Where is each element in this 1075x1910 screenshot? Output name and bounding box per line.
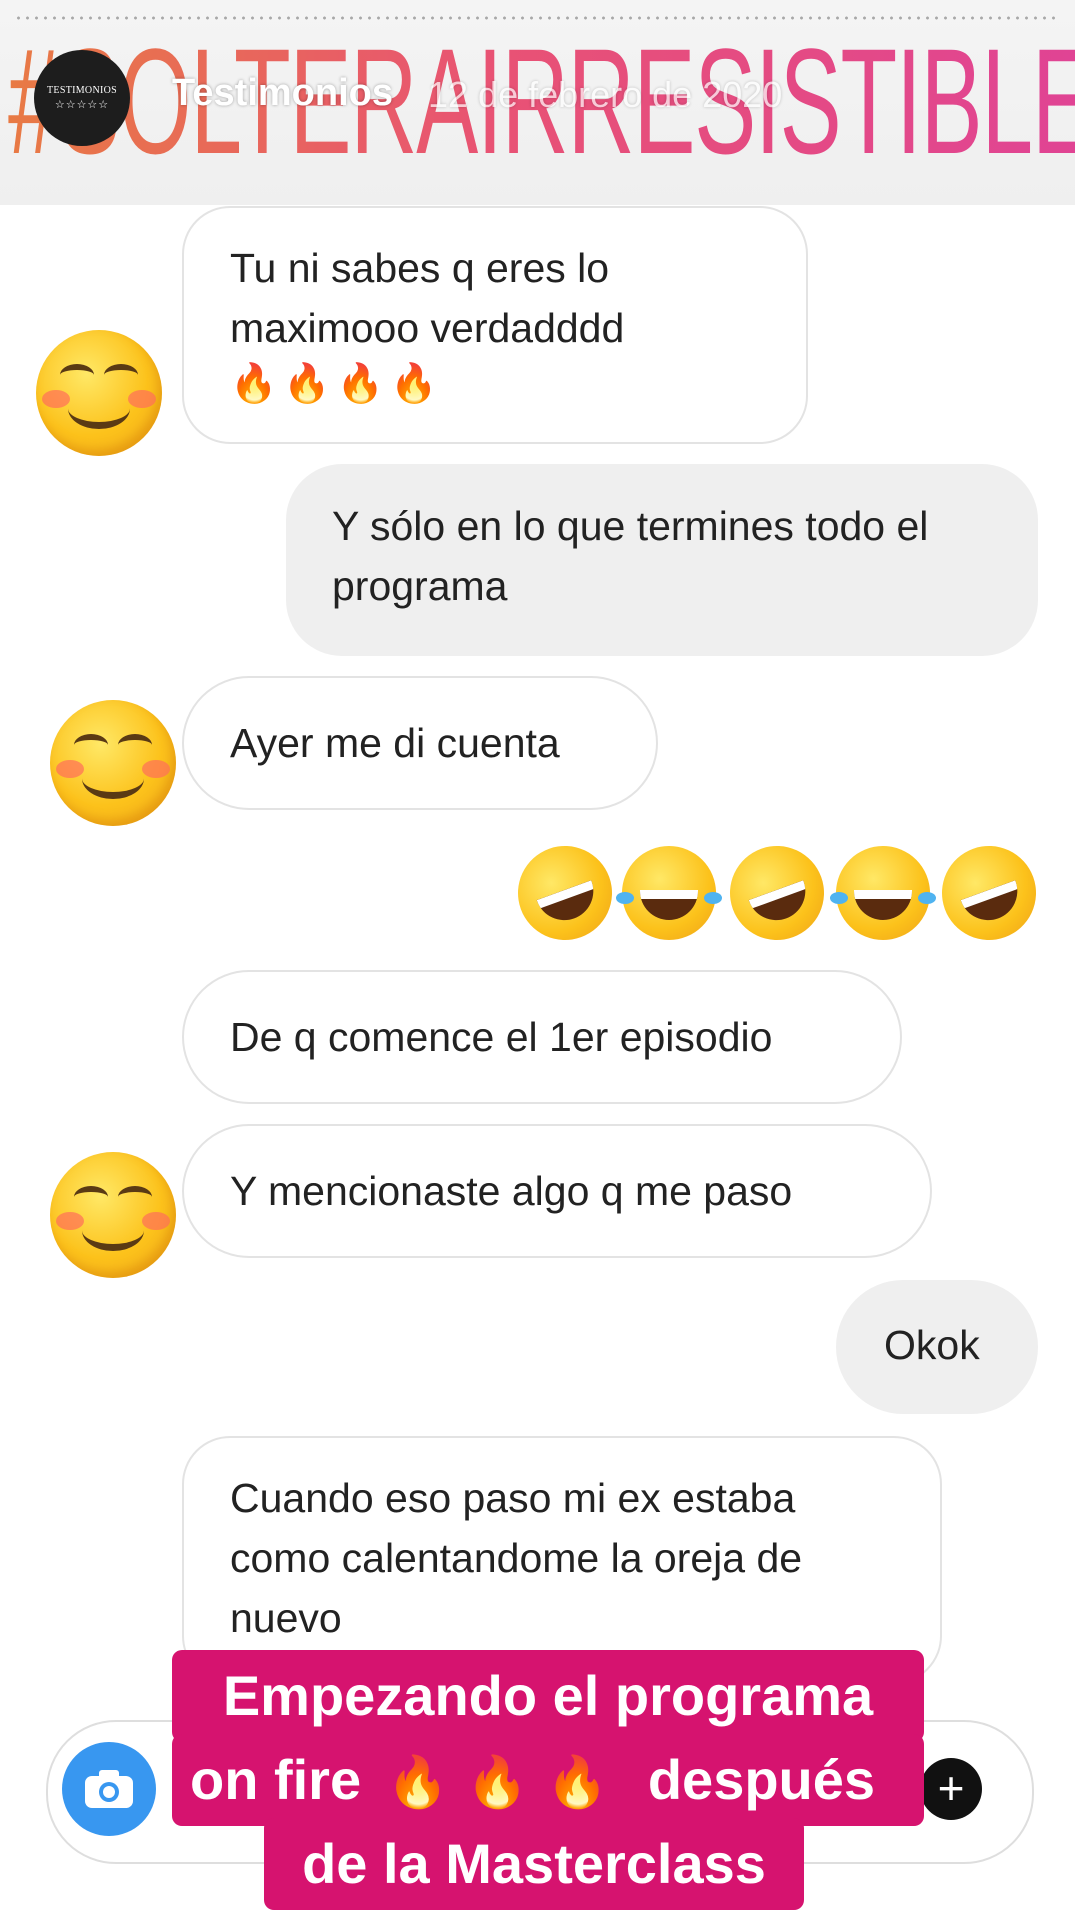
rolling-laughing-icon [504, 832, 626, 954]
story-username[interactable]: Testimonios [172, 72, 393, 115]
message-bubble-incoming: De q comence el 1er episodio [182, 970, 902, 1104]
message-text: Tu ni sabes q eres lo maximooo verdadddd [230, 245, 625, 351]
avatar-stars: ☆☆☆☆☆ [54, 99, 110, 111]
camera-glyph [85, 1770, 133, 1808]
smiling-face-icon [50, 700, 176, 826]
smiling-face-icon [50, 1152, 176, 1278]
promo-caption-line2: on fire 🔥 🔥 🔥 después [172, 1734, 924, 1826]
promo-caption-text: después [647, 1748, 876, 1811]
avatar-logo-text: TESTIMONIOS [47, 85, 117, 96]
message-bubble-incoming: Ayer me di cuenta [182, 676, 658, 810]
rolling-laughing-icon [928, 832, 1050, 954]
promo-caption-line3: de la Masterclass [264, 1818, 804, 1910]
message-bubble-incoming: Tu ni sabes q eres lo maximooo verdadddd… [182, 206, 808, 444]
message-bubble-incoming: Cuando eso paso mi ex estaba como calent… [182, 1436, 942, 1684]
promo-caption-text: on fire [190, 1748, 362, 1811]
rolling-laughing-icon [716, 832, 838, 954]
tears-of-joy-icon [616, 846, 722, 940]
avatar[interactable]: TESTIMONIOS ☆☆☆☆☆ [34, 50, 130, 146]
message-bubble-outgoing: Y sólo en lo que termines todo el progra… [286, 464, 1038, 656]
tears-of-joy-icon [830, 846, 936, 940]
story-progress-bar [14, 16, 1061, 20]
fire-emoji-group: 🔥 🔥 🔥 [386, 1753, 609, 1811]
story-date: 12 de febrero de 2020 [428, 74, 783, 115]
smiling-face-icon [36, 330, 162, 456]
camera-icon[interactable] [62, 1742, 156, 1836]
fire-emoji-row: 🔥🔥🔥🔥 [230, 361, 444, 405]
laughing-emoji-row: 🤣😂🤣😂🤣 [504, 832, 1050, 954]
message-bubble-outgoing: Okok [836, 1280, 1038, 1414]
message-bubble-incoming: Y mencionaste algo q me paso [182, 1124, 932, 1258]
plus-icon[interactable]: + [920, 1758, 982, 1820]
promo-caption-line1: Empezando el programa [172, 1650, 924, 1742]
